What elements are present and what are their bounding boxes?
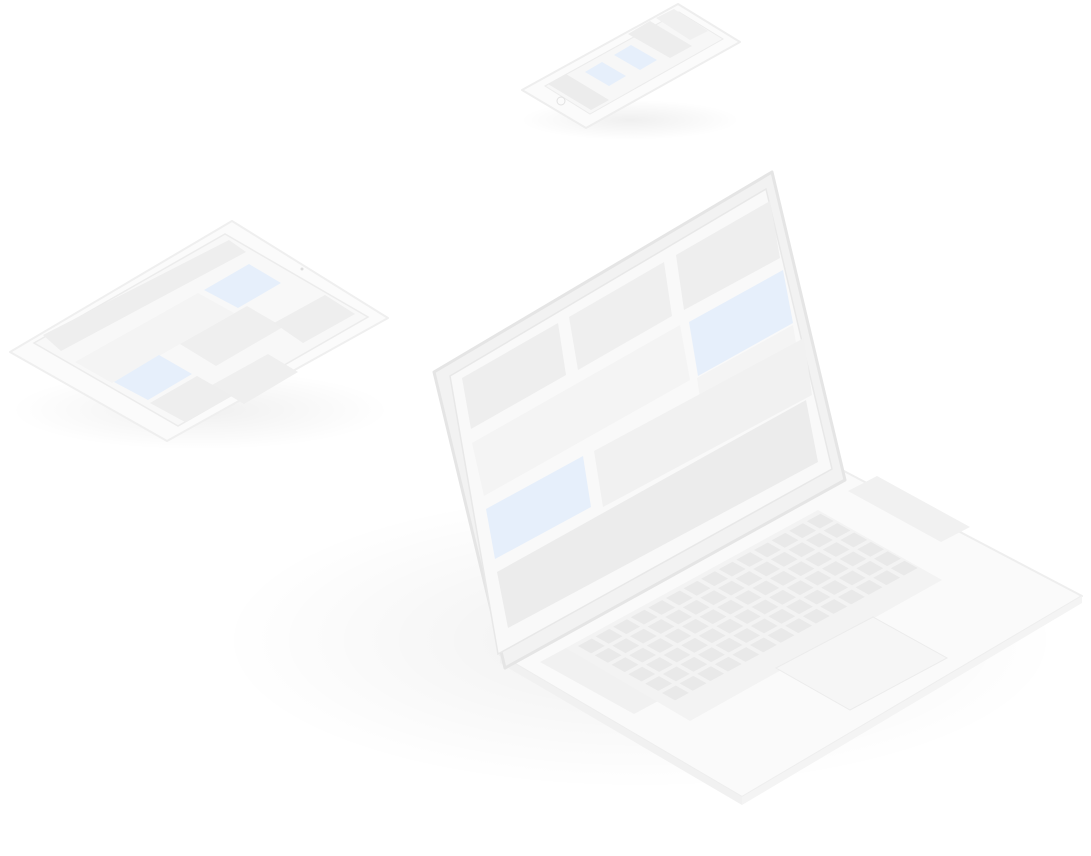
laptop-device — [220, 170, 1083, 805]
tablet-camera-dot — [300, 267, 304, 271]
devices-illustration — [9, 3, 1083, 805]
tablet-device — [9, 220, 390, 450]
phone-device — [520, 3, 741, 140]
